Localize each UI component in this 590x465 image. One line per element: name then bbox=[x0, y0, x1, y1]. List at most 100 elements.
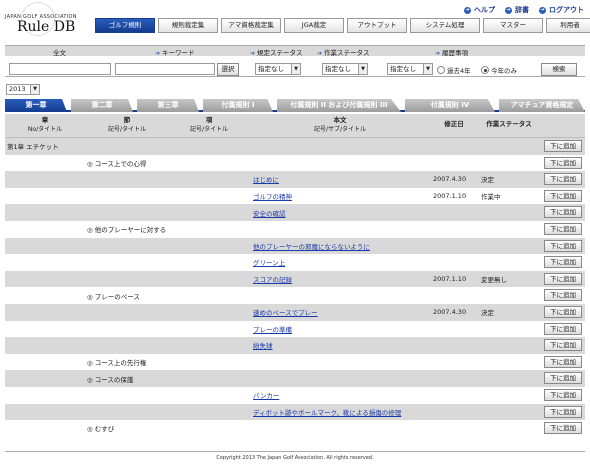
status-cell bbox=[481, 404, 539, 421]
section-cell: ◎ コース上での心得 bbox=[87, 159, 147, 168]
work-status-label: ➔ 作業ステータス bbox=[317, 49, 370, 57]
arrow-icon: ➔ bbox=[250, 50, 256, 57]
add-below-button[interactable]: 下に追加 bbox=[544, 339, 582, 352]
add-below-button[interactable]: 下に追加 bbox=[544, 239, 582, 252]
add-below-button[interactable]: 下に追加 bbox=[544, 272, 582, 285]
status-cell: 変更無し bbox=[481, 276, 507, 285]
chapter-cell bbox=[7, 204, 85, 221]
nav-users[interactable]: 利用者 bbox=[546, 18, 590, 33]
add-below-button[interactable]: 下に追加 bbox=[544, 156, 582, 169]
chapter-cell bbox=[7, 221, 85, 238]
add-below-button[interactable]: 下に追加 bbox=[544, 322, 582, 335]
add-below-button[interactable]: 下に追加 bbox=[544, 173, 582, 186]
table-header: 章 No/タイトル 節記号/タイトル 項記号/タイトル 本文 記号/サブ/タイトル … bbox=[5, 114, 585, 138]
add-below-button[interactable]: 下に追加 bbox=[544, 222, 582, 235]
status-cell bbox=[481, 238, 539, 255]
rule-status-select[interactable]: 指定なし ▼ bbox=[255, 63, 301, 75]
search-button[interactable]: 検索 bbox=[541, 63, 577, 76]
tab-amateur-status[interactable]: アマチュア資格規定 bbox=[499, 99, 585, 112]
dictionary-link[interactable]: ➔ 辞書 bbox=[505, 5, 529, 15]
chapter-cell bbox=[7, 171, 85, 188]
status-cell bbox=[481, 138, 539, 155]
table-row: ◎ コース上での心得 下に追加 bbox=[5, 155, 585, 172]
chapter-cell: 第1章 エチケット bbox=[7, 143, 59, 152]
table-row: スコアの記録 2007.1.10 変更無し 下に追加 bbox=[5, 270, 585, 288]
arrow-icon: ➔ bbox=[155, 50, 161, 57]
nav-master[interactable]: マスター bbox=[483, 18, 543, 33]
status-cell bbox=[481, 337, 539, 354]
body-link bbox=[253, 420, 429, 437]
select-button[interactable]: 選択 bbox=[217, 63, 239, 76]
nav-amateur-decisions[interactable]: アマ資格裁定集 bbox=[221, 18, 281, 33]
rule-db-logo[interactable]: JAPAN GOLF ASSOCIATION Rule DB bbox=[3, 2, 77, 36]
date-cell bbox=[433, 238, 477, 255]
body-link[interactable]: バンカー bbox=[253, 387, 429, 404]
body-link[interactable]: 紛失球 bbox=[253, 337, 429, 354]
table-row: 安全の確認 下に追加 bbox=[5, 204, 585, 221]
tab-appendix-1[interactable]: 付属規則 I bbox=[203, 99, 273, 112]
tab-appendix-2-3[interactable]: 付属規則 II および付属規則 III bbox=[277, 99, 401, 112]
add-below-button[interactable]: 下に追加 bbox=[544, 256, 582, 269]
section-cell bbox=[87, 254, 167, 271]
tab-chapter-1[interactable]: 第一章 bbox=[5, 99, 67, 112]
radio-button[interactable] bbox=[481, 66, 489, 74]
section-cell bbox=[87, 387, 167, 404]
add-below-button[interactable]: 下に追加 bbox=[544, 355, 582, 368]
history-select[interactable]: 指定なし ▼ bbox=[387, 63, 433, 75]
body-link[interactable]: 安全の確認 bbox=[253, 204, 429, 221]
add-below-button[interactable]: 下に追加 bbox=[544, 140, 582, 152]
section-cell bbox=[87, 321, 167, 338]
body-link[interactable]: ゴルフの精神 bbox=[253, 188, 429, 205]
date-cell bbox=[433, 254, 477, 271]
col-section: 節記号/タイトル bbox=[107, 116, 147, 133]
nav-golf-rules[interactable]: ゴルフ規則 bbox=[95, 18, 155, 33]
nav-jga-decisions[interactable]: JGA裁定 bbox=[284, 18, 344, 33]
main-nav: ゴルフ規則 規則裁定集 アマ資格裁定集 JGA裁定 アウトプット システム処理 … bbox=[95, 18, 590, 33]
tab-chapter-3[interactable]: 第三章 bbox=[137, 99, 199, 112]
add-below-button[interactable]: 下に追加 bbox=[544, 206, 582, 219]
radio-this-year[interactable]: 今年のみ bbox=[481, 65, 517, 75]
col-body: 本文 記号/サブ/タイトル bbox=[313, 116, 367, 133]
chapter-cell bbox=[7, 321, 85, 338]
date-cell bbox=[433, 221, 477, 238]
radio-past-4-years[interactable]: 過去4年 bbox=[437, 65, 471, 75]
keyword-input[interactable] bbox=[115, 63, 215, 75]
body-link[interactable]: 速めのペースでプレー bbox=[253, 304, 429, 321]
chapter-cell bbox=[7, 404, 85, 421]
work-status-select[interactable]: 指定なし ▼ bbox=[322, 63, 368, 75]
body-link[interactable]: プレーの準備 bbox=[253, 321, 429, 338]
section-cell: ◎ むすび bbox=[87, 425, 115, 434]
table-row: プレーの準備 下に追加 bbox=[5, 321, 585, 338]
body-link bbox=[253, 138, 429, 155]
nav-rule-decisions[interactable]: 規則裁定集 bbox=[158, 18, 218, 33]
body-link[interactable]: 他のプレーヤーの邪魔にならないように bbox=[253, 238, 429, 255]
add-below-button[interactable]: 下に追加 bbox=[544, 305, 582, 318]
add-below-button[interactable]: 下に追加 bbox=[544, 405, 582, 418]
body-link[interactable]: はじめに bbox=[253, 171, 429, 188]
logout-link[interactable]: ➔ ログアウト bbox=[539, 5, 584, 15]
add-below-button[interactable]: 下に追加 bbox=[544, 189, 582, 202]
tab-appendix-4[interactable]: 付属規則 IV bbox=[405, 99, 495, 112]
status-cell bbox=[481, 387, 539, 404]
year-select[interactable]: 2013 ▼ bbox=[6, 84, 40, 95]
radio-button[interactable] bbox=[437, 66, 445, 74]
fulltext-label: 全文 bbox=[53, 49, 66, 57]
body-link[interactable]: スコアの記録 bbox=[253, 271, 429, 288]
status-cell: 決定 bbox=[481, 309, 494, 318]
add-below-button[interactable]: 下に追加 bbox=[544, 372, 582, 385]
add-below-button[interactable]: 下に追加 bbox=[544, 422, 582, 435]
status-cell bbox=[481, 204, 539, 221]
status-cell: 作業中 bbox=[481, 193, 501, 202]
add-below-button[interactable]: 下に追加 bbox=[544, 289, 582, 302]
nav-output[interactable]: アウトプット bbox=[347, 18, 407, 33]
add-below-button[interactable]: 下に追加 bbox=[544, 388, 582, 401]
fulltext-input[interactable] bbox=[9, 63, 111, 75]
nav-system[interactable]: システム処理 bbox=[410, 18, 480, 33]
tab-chapter-2[interactable]: 第二章 bbox=[71, 99, 133, 112]
col-item: 項記号/タイトル bbox=[189, 116, 229, 133]
body-link[interactable]: グリーン上 bbox=[253, 254, 429, 271]
help-link[interactable]: ➔ ヘルプ bbox=[464, 5, 495, 15]
section-cell: ◎ プレーのペース bbox=[87, 292, 140, 301]
body-link[interactable]: ディボット跡やボールマーク、靴による損傷の修理 bbox=[253, 404, 429, 421]
copyright: Copyright 2013 The Japan Golf Associatio… bbox=[216, 455, 374, 461]
